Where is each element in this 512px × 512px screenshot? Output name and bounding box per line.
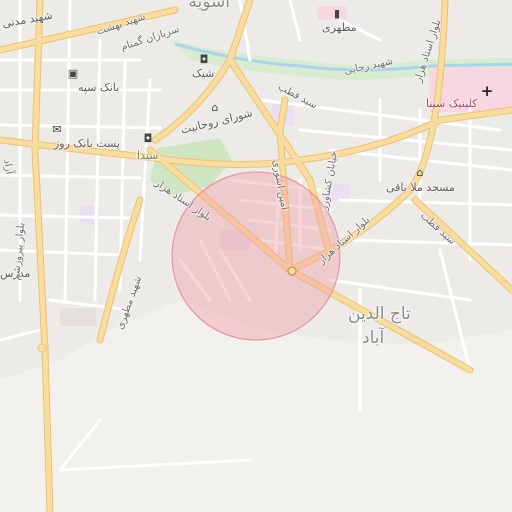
search-radius-circle [171, 171, 341, 341]
shopping-bag-icon[interactable]: ◘ [141, 131, 155, 145]
poi-label-clinic-sina[interactable]: کلینیک سینا [426, 98, 477, 109]
area-label-taj-aldin: تاج الدين [348, 304, 411, 324]
bank-icon[interactable]: ▣ [66, 66, 80, 80]
mosque-icon[interactable]: ⌂ [413, 165, 427, 179]
medical-cross-icon[interactable]: + [480, 83, 494, 98]
poi-label-shik[interactable]: شیک [192, 68, 214, 79]
mail-icon[interactable]: ✉ [50, 122, 64, 136]
center-marker [287, 266, 297, 276]
city-label: اسویه [188, 0, 230, 12]
shopping-bag-icon[interactable]: ◘ [197, 52, 211, 66]
government-building-icon[interactable]: ⌂ [208, 100, 222, 114]
poi-label-masjed-molla-baqi[interactable]: مسجد ملا باقی [386, 182, 455, 193]
poi-label-bank-sepah[interactable]: بانک سپه [78, 82, 119, 93]
road-label-azad: آزاد [1, 158, 15, 176]
school-icon[interactable]: ▮ [330, 6, 344, 20]
poi-label-sida[interactable]: سیدا [137, 150, 158, 161]
map-canvas[interactable]: ▣ ✉ ◘ ⌂ ◘ ▮ ⌂ + اسویه شهید مدنی شهید بهش… [0, 0, 512, 512]
area-label-abad: آباد [362, 328, 385, 348]
poi-label-post-bank[interactable]: پست بانک روز [54, 138, 120, 149]
poi-label-motahari[interactable]: مطهری [322, 22, 357, 33]
